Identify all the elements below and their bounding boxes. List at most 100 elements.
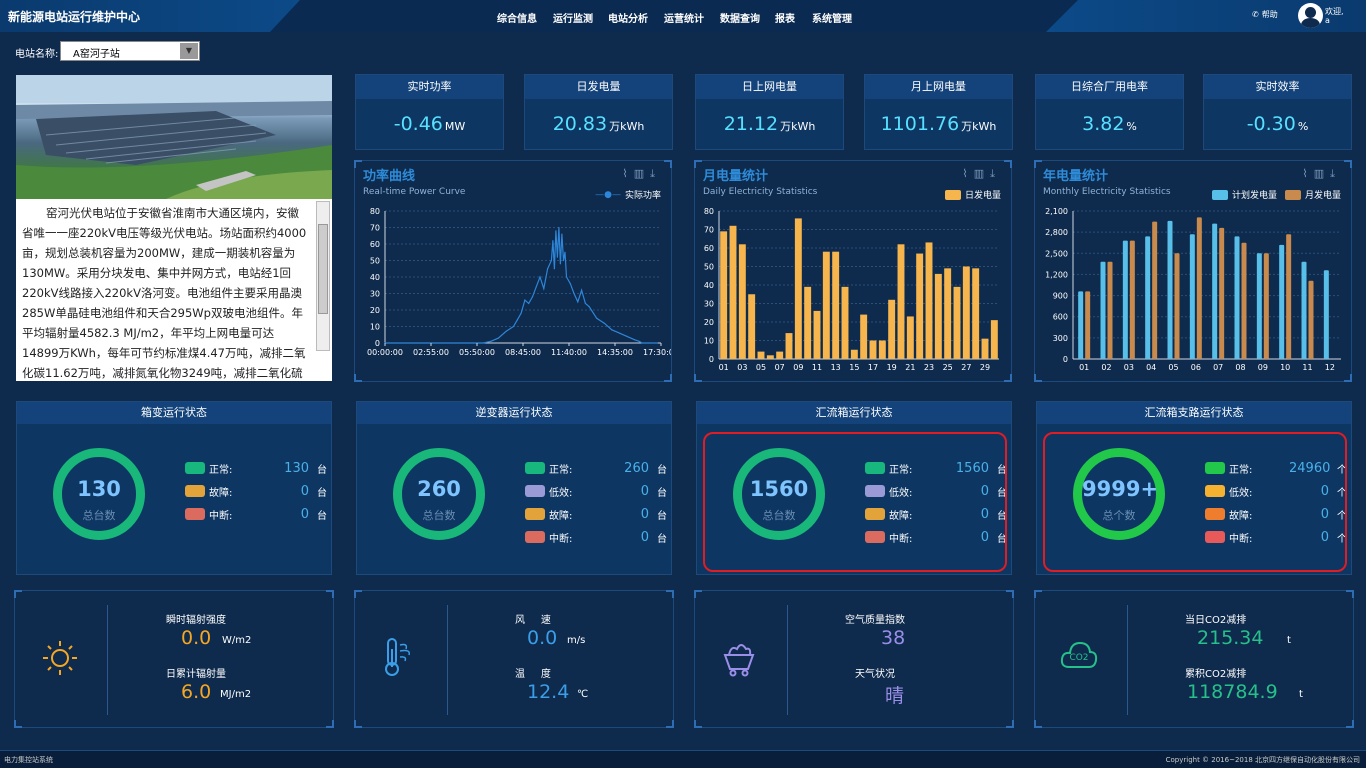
- power-data-point: [584, 302, 586, 304]
- chart-tool-icons[interactable]: ⌇▥⤓: [1302, 167, 1341, 181]
- power-data-point: [656, 342, 658, 344]
- temperature-value: 12.4: [527, 681, 570, 703]
- station-description: 窑河光伏电站位于安徽省淮南市大通区境内，安徽省唯一一座220kV电压等级光伏电站…: [22, 206, 307, 380]
- x-tick-label: 11: [1302, 363, 1312, 372]
- chart-legend[interactable]: 计划发电量 月发电量: [1211, 188, 1341, 201]
- nav-reports[interactable]: 报表: [775, 10, 795, 25]
- y-tick-label: 30: [704, 300, 714, 309]
- daily-bar: [832, 251, 840, 359]
- total-co2-value: 118784.9: [1187, 681, 1278, 703]
- x-tick-label: 05:50:00: [459, 348, 495, 357]
- chart-legend[interactable]: 日发电量: [944, 188, 1001, 201]
- status-unit: 台: [657, 487, 667, 499]
- y-tick-label: 40: [370, 273, 380, 282]
- power-data-point: [490, 340, 492, 342]
- thermometer-icon: [385, 638, 411, 676]
- actual-bar: [1219, 227, 1225, 359]
- status-swatch: [185, 508, 205, 520]
- status-swatch: [525, 485, 545, 497]
- nav-monitoring[interactable]: 运行监测: [553, 10, 593, 25]
- nav-statistics[interactable]: 运营统计: [664, 10, 704, 25]
- kpi-realtime-power: 实时功率 -0.46 MW: [355, 74, 504, 150]
- y-tick-label: 40: [704, 281, 714, 290]
- station-description-box[interactable]: 窑河光伏电站位于安徽省淮南市大通区境内，安徽省唯一一座220kV电压等级光伏电站…: [16, 199, 332, 381]
- daily-bar: [729, 225, 737, 359]
- daily-co2-value: 215.34: [1197, 627, 1264, 649]
- monthly-electricity-chart: 0 300 600 900 1,200 2,500 2,800 2,100 01 02 03 04 05…: [1045, 207, 1341, 372]
- kpi-label: 日上网电量: [696, 75, 843, 99]
- user-avatar[interactable]: [1298, 3, 1323, 28]
- weather-condition-label: 天气状况: [855, 669, 895, 680]
- welcome-text: 欢迎, a: [1325, 7, 1344, 25]
- kpi-value: 20.83: [552, 113, 608, 135]
- actual-bar: [1152, 221, 1158, 359]
- phone-icon: ✆: [1252, 10, 1259, 19]
- x-tick-label: 29: [980, 363, 990, 372]
- plan-bar: [1122, 240, 1128, 359]
- x-tick-label: 08:45:00: [505, 348, 541, 357]
- chart-legend[interactable]: —●— 实际功率: [595, 188, 661, 202]
- alert-highlight-frame: [703, 432, 1007, 572]
- nav-overview[interactable]: 综合信息: [497, 10, 537, 25]
- panel-corner: [354, 720, 362, 728]
- panel-corner: [1034, 590, 1042, 598]
- daily-bar: [906, 316, 914, 359]
- status-value: 0: [300, 506, 309, 522]
- panel-corner: [694, 590, 702, 598]
- daily-bar: [944, 268, 952, 359]
- power-data-point: [577, 301, 579, 303]
- legend-line-icon: —●—: [595, 189, 621, 200]
- panel-corner: [1344, 160, 1352, 168]
- nav-analysis[interactable]: 电站分析: [608, 10, 648, 25]
- y-tick-label: 20: [370, 306, 380, 315]
- legend-label: 日发电量: [964, 191, 1001, 201]
- daily-bar: [860, 314, 868, 359]
- chart-tool-icons[interactable]: ⌇▥⤓: [962, 167, 1001, 181]
- help-label: 帮助: [1261, 10, 1278, 19]
- status-unit: 台: [657, 533, 667, 545]
- panel-corner: [14, 720, 22, 728]
- instant-radiation-label: 瞬时辐射强度: [166, 615, 226, 626]
- x-tick-label: 10: [1280, 363, 1290, 372]
- kpi-unit: %: [1297, 120, 1309, 133]
- status-unit: 台: [657, 464, 667, 476]
- station-select[interactable]: A窑河子站 ▼: [60, 41, 200, 61]
- legend-swatch-plan: [1211, 189, 1228, 200]
- status-panel-title: 汇流箱支路运行状态: [1037, 402, 1351, 424]
- daily-bar: [953, 286, 961, 359]
- status-value: 0: [300, 483, 309, 499]
- help-link[interactable]: ✆ 帮助: [1252, 9, 1278, 20]
- scrollbar-thumb[interactable]: [318, 224, 328, 314]
- description-scrollbar[interactable]: [316, 201, 330, 351]
- chart-tool-icons[interactable]: ⌇▥⤓: [622, 167, 661, 181]
- y-tick-label: 10: [370, 323, 380, 332]
- x-tick-label: 01: [719, 363, 729, 372]
- panel-corner: [1034, 160, 1042, 168]
- y-tick-label: 60: [704, 244, 714, 253]
- kpi-unit: %: [1126, 120, 1137, 133]
- y-tick-label: 10: [704, 337, 714, 346]
- status-value: 0: [640, 529, 649, 545]
- status-label: 低效:: [549, 487, 573, 499]
- station-select-value: A窑河子站: [73, 49, 120, 60]
- x-tick-label: 11:40:00: [551, 348, 587, 357]
- power-data-point: [559, 263, 562, 265]
- nav-query[interactable]: 数据查询: [720, 10, 760, 25]
- plan-bar: [1189, 234, 1195, 359]
- kpi-value: 3.82: [1082, 113, 1125, 135]
- y-tick-label: 70: [704, 226, 714, 235]
- y-tick-label: 30: [370, 290, 380, 299]
- daily-bar: [785, 333, 793, 359]
- power-data-point: [596, 317, 598, 319]
- power-data-point: [638, 340, 640, 342]
- x-tick-label: 21: [905, 363, 915, 372]
- nav-system[interactable]: 系统管理: [812, 10, 852, 25]
- status-value: 260: [624, 460, 649, 476]
- status-swatch: [185, 462, 205, 474]
- chart-subtitle: Monthly Electricity Statistics: [1043, 187, 1171, 197]
- chevron-down-icon[interactable]: ▼: [180, 43, 198, 59]
- plan-bar: [1301, 261, 1307, 359]
- co2-icon-text: CO2: [1069, 653, 1088, 663]
- status-unit: 台: [317, 464, 327, 476]
- power-data-point: [618, 332, 621, 334]
